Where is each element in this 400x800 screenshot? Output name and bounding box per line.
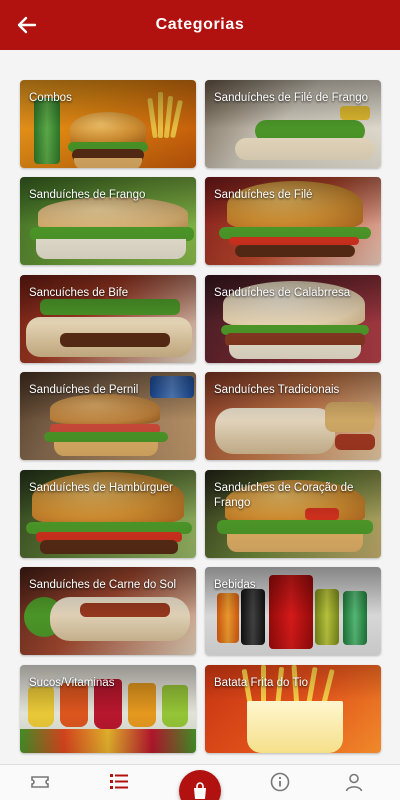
- category-label: Sanduíches Tradicionais: [214, 384, 340, 396]
- app-header: Categorias: [0, 0, 400, 50]
- info-icon: [270, 772, 290, 792]
- category-card-coracao-de-frango[interactable]: Sanduíches de Coração de Frango: [205, 470, 381, 558]
- category-card-file[interactable]: Sanduíches de Filé: [205, 177, 381, 265]
- category-label: Sanduíches de Hambúrguer: [29, 482, 173, 494]
- category-label: Sanduíches de Coração de Frango: [214, 482, 354, 509]
- category-card-batata-frita[interactable]: Batata Frita do Tio: [205, 665, 381, 753]
- category-label: Batata Frita do Tio: [214, 677, 308, 689]
- nav-profile[interactable]: [334, 771, 374, 799]
- nav-info[interactable]: [260, 771, 300, 799]
- ticket-icon: [31, 776, 49, 788]
- list-icon: [110, 774, 128, 789]
- category-card-hamburguer[interactable]: Sanduíches de Hambúrguer: [20, 470, 196, 558]
- arrow-left-icon: [17, 16, 37, 34]
- category-label: Combos: [29, 92, 72, 104]
- nav-categories[interactable]: [99, 771, 139, 799]
- category-label: Sucos/Vitaminas: [29, 677, 115, 689]
- category-label: Sanduíches de Pernil: [29, 384, 139, 396]
- category-label: Sanduíches de Filé de Frango: [214, 92, 369, 104]
- category-label: Sanduíches de Filé: [214, 189, 313, 201]
- category-label: Sanduíches de Frango: [29, 189, 146, 201]
- categories-grid: Combos Sanduíches de Filé de Frango Sand…: [0, 50, 400, 764]
- category-card-tradicionais[interactable]: Sanduíches Tradicionais: [205, 372, 381, 460]
- category-card-file-de-frango[interactable]: Sanduíches de Filé de Frango: [205, 80, 381, 168]
- category-label: Sancuíches de Bife: [29, 287, 129, 299]
- category-label: Sanduíches de Carne do Sol: [29, 579, 177, 591]
- category-card-bebidas[interactable]: Bebidas: [205, 567, 381, 655]
- category-card-carne-do-sol[interactable]: Sanduíches de Carne do Sol: [20, 567, 196, 655]
- back-button[interactable]: [10, 8, 44, 42]
- category-card-sucos-vitaminas[interactable]: Sucos/Vitaminas: [20, 665, 196, 753]
- category-card-pernil[interactable]: Sanduíches de Pernil: [20, 372, 196, 460]
- category-card-bife[interactable]: Sancuíches de Bife: [20, 275, 196, 363]
- nav-tickets[interactable]: [20, 771, 60, 799]
- category-card-calabresa[interactable]: Sanduíches de Calabrresa: [205, 275, 381, 363]
- category-label: Bebidas: [214, 579, 256, 591]
- page-title: Categorias: [155, 16, 245, 33]
- category-label: Sanduíches de Calabrresa: [214, 287, 351, 299]
- user-icon: [345, 773, 363, 792]
- shopping-bag-icon: [194, 782, 206, 799]
- category-card-frango[interactable]: Sanduíches de Frango: [20, 177, 196, 265]
- category-card-combos[interactable]: Combos: [20, 80, 196, 168]
